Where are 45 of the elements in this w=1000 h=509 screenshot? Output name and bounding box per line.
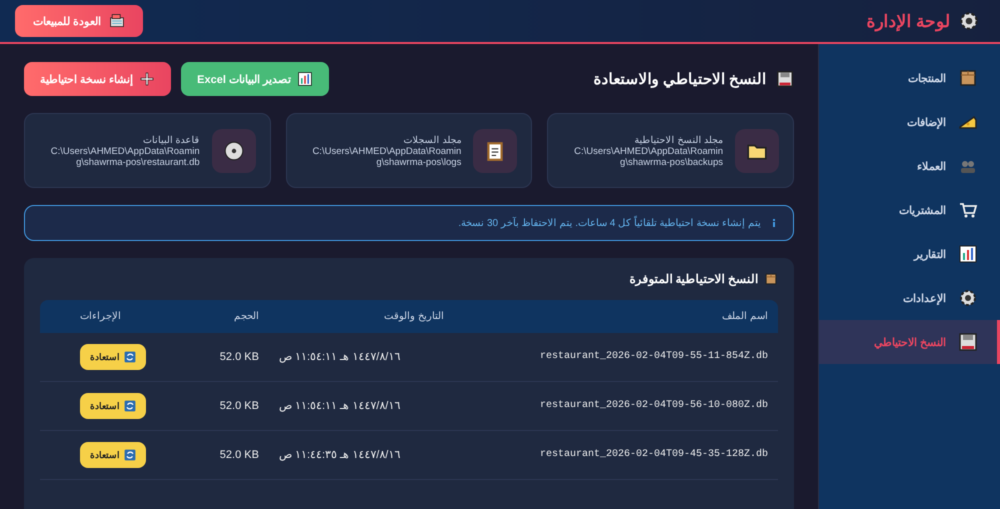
- file-name-cell: restaurant_2026-02-04T09-56-10-080Z.db: [454, 381, 778, 430]
- column-header: الحجم: [192, 300, 269, 333]
- disc-icon: [222, 140, 245, 162]
- location-label: مجلد النسخ الاحتياطية: [634, 134, 723, 146]
- settings-icon: [958, 10, 980, 32]
- refresh-icon: [124, 400, 136, 412]
- column-header: التاريخ والوقت: [268, 300, 454, 333]
- column-header: اسم الملف: [454, 300, 778, 333]
- chart-icon: [958, 244, 978, 264]
- box-icon: [958, 68, 978, 88]
- cart-icon: [958, 200, 978, 220]
- plus-icon: [139, 71, 156, 87]
- restore-button[interactable]: استعادة: [80, 344, 146, 370]
- date-cell: ١٤٤٧/٨/١٦ هـ ١١:٤٤:٣٥ ص: [268, 430, 454, 480]
- sidebar-item[interactable]: العملاء: [819, 144, 1000, 188]
- size-cell: 52.0 KB: [192, 332, 269, 382]
- location-label: مجلد السجلات: [404, 134, 462, 146]
- cash-register-icon: [109, 13, 126, 29]
- sidebar-item[interactable]: المنتجات: [819, 56, 1000, 100]
- refresh-icon: [124, 350, 136, 363]
- size-cell: 52.0 KB: [192, 381, 269, 430]
- chart-icon: [297, 71, 313, 87]
- date-cell: ١٤٤٧/٨/١٦ هـ ١١:٥٤:١١ ص: [268, 332, 454, 382]
- app-title: لوحة الإدارة: [866, 10, 950, 32]
- size-cell: 52.0 KB: [192, 430, 269, 480]
- refresh-icon: [124, 448, 136, 461]
- box-icon: [764, 272, 778, 286]
- file-name-cell: restaurant_2026-02-04T09-45-35-128Z.db: [454, 430, 778, 480]
- notice-text: يتم إنشاء نسخة احتياطية تلقائياً كل 4 ساعات. يتم الاحتفاظ بآخر 30 نسخة.: [458, 216, 761, 229]
- sidebar-item[interactable]: التقارير: [819, 232, 1000, 276]
- sidebar-item[interactable]: الإعدادات: [819, 276, 1000, 320]
- file-name-cell: restaurant_2026-02-04T09-55-11-854Z.db: [454, 332, 778, 382]
- section-title: النسخ الاحتياطية المتوفرة: [629, 272, 758, 286]
- restore-button[interactable]: استعادة: [80, 392, 146, 419]
- location-label: قاعدة البيانات: [143, 134, 200, 146]
- location-path: C:\Users\AHMED\AppData\Roaming\shawrma-pos\restaurant.db: [50, 146, 200, 168]
- column-header: الإجراءات: [40, 300, 192, 333]
- date-cell: ١٤٤٧/٨/١٦ هـ ١١:٥٤:١١ ص: [268, 381, 454, 430]
- sidebar-item[interactable]: الإضافات: [819, 100, 1000, 144]
- restore-button[interactable]: استعادة: [80, 442, 146, 468]
- sidebar-item[interactable]: المشتريات: [819, 188, 1000, 232]
- page-title: النسخ الاحتياطي والاستعادة: [594, 70, 766, 88]
- location-path: C:\Users\AHMED\AppData\Roaming\shawrma-pos\logs: [311, 146, 462, 168]
- location-path: C:\Users\AHMED\AppData\Roaming\shawrma-pos\backups: [573, 146, 723, 168]
- settings-icon: [958, 288, 978, 308]
